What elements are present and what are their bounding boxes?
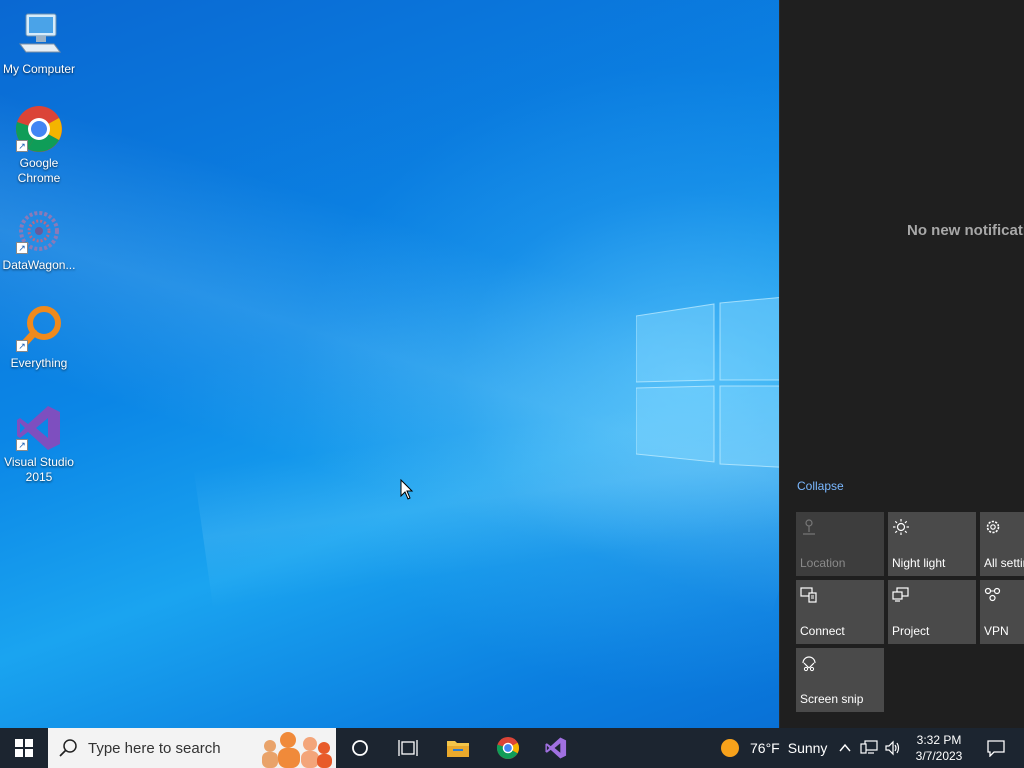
screen-snip-icon (802, 656, 816, 672)
desktop-icon-label: Google Chrome (17, 156, 61, 185)
quick-action-label: Connect (800, 624, 845, 638)
vpn-icon (984, 587, 1001, 602)
computer-icon (14, 10, 64, 60)
network-icon[interactable] (860, 740, 878, 756)
quick-action-label: VPN (984, 624, 1009, 638)
quick-action-project[interactable]: Project (888, 580, 976, 644)
connect-icon (800, 587, 817, 603)
desktop-icon-label: DataWagon... (2, 258, 76, 272)
quick-action-vpn[interactable]: VPN (980, 580, 1024, 644)
windows-start-icon (15, 739, 33, 757)
task-view-icon (398, 740, 418, 756)
brightness-icon (893, 519, 909, 535)
desktop-icon-visual-studio[interactable]: ↗ Visual Studio 2015 (0, 403, 78, 485)
quick-action-label: Screen snip (800, 692, 864, 706)
chrome-icon: ↗ (14, 104, 64, 154)
visual-studio-icon (545, 737, 567, 759)
gear-icon (986, 520, 1000, 534)
clock-time: 3:32 PM (916, 733, 962, 747)
desktop-icon-google-chrome[interactable]: ↗ Google Chrome (0, 104, 78, 186)
cortana-button[interactable] (340, 728, 380, 768)
no-notifications-message: No new notifications (907, 222, 1024, 239)
search-highlight-illustration (262, 732, 332, 768)
quick-action-all-settings[interactable]: All settings (980, 512, 1024, 576)
taskbar-file-explorer[interactable] (438, 728, 478, 768)
collapse-link[interactable]: Collapse (797, 479, 844, 493)
notification-center-button[interactable] (976, 728, 1016, 768)
search-placeholder: Type here to search (88, 740, 221, 757)
taskbar-visual-studio[interactable] (536, 728, 576, 768)
location-icon (803, 519, 815, 535)
project-icon (892, 587, 909, 602)
quick-action-label: Project (892, 624, 930, 638)
weather-temperature: 76°F (750, 740, 780, 756)
taskbar: Type here to search 76°F Sunny 3:32 PM 3… (0, 728, 1024, 768)
taskbar-search-box[interactable]: Type here to search (48, 728, 336, 768)
system-tray (838, 728, 902, 768)
windows-logo-wallpaper (636, 296, 796, 468)
shortcut-arrow-icon: ↗ (16, 439, 28, 451)
task-view-button[interactable] (388, 728, 428, 768)
weather-widget[interactable]: 76°F Sunny (720, 728, 827, 768)
quick-action-connect[interactable]: Connect (796, 580, 884, 644)
desktop-icon-label: My Computer (2, 62, 76, 76)
magnifier-icon: ↗ (14, 304, 64, 354)
datawagon-icon: ↗ (14, 206, 64, 256)
sun-icon (721, 739, 739, 757)
action-center-panel: No new notifications Collapse Location N… (779, 0, 1024, 728)
quick-action-label: Location (800, 556, 846, 570)
cortana-circle-icon (352, 740, 368, 756)
notification-icon (987, 740, 1005, 757)
chevron-up-icon[interactable] (838, 741, 852, 755)
volume-icon[interactable] (884, 740, 902, 756)
weather-condition: Sunny (787, 740, 828, 756)
desktop-icon-label: Visual Studio 2015 (4, 455, 74, 484)
search-icon (59, 739, 77, 757)
folder-icon (447, 741, 469, 757)
quick-action-night-light[interactable]: Night light (888, 512, 976, 576)
taskbar-chrome[interactable] (488, 728, 528, 768)
shortcut-arrow-icon: ↗ (16, 242, 28, 254)
visual-studio-icon: ↗ (14, 403, 64, 453)
mouse-cursor-icon (400, 479, 414, 500)
quick-action-location[interactable]: Location (796, 512, 884, 576)
shortcut-arrow-icon: ↗ (16, 140, 28, 152)
quick-action-screen-snip[interactable]: Screen snip (796, 648, 884, 712)
chrome-icon (496, 736, 520, 760)
desktop-icon-my-computer[interactable]: My Computer (0, 10, 78, 77)
quick-action-label: Night light (892, 556, 946, 570)
quick-action-label: All settings (984, 556, 1024, 570)
start-button[interactable] (0, 728, 48, 768)
desktop-icon-datawagon[interactable]: ↗ DataWagon... (0, 206, 78, 273)
taskbar-clock[interactable]: 3:32 PM 3/7/2023 (906, 732, 972, 764)
clock-date: 3/7/2023 (915, 749, 963, 763)
shortcut-arrow-icon: ↗ (16, 340, 28, 352)
desktop-icon-label: Everything (10, 356, 68, 370)
desktop-icon-everything[interactable]: ↗ Everything (0, 304, 78, 371)
